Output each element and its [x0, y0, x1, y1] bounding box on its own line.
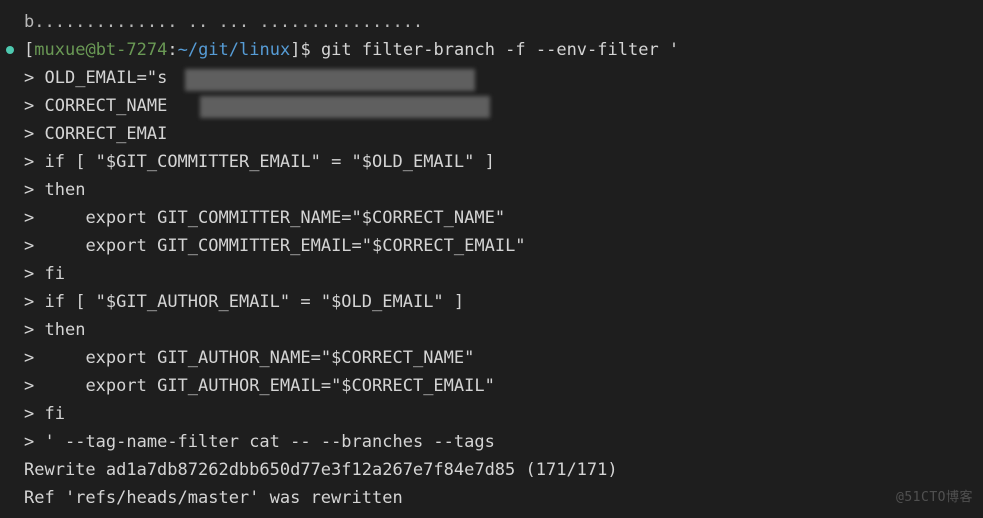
prompt-symbol: $ — [300, 40, 310, 60]
terminal-continuation-line: > if [ "$GIT_COMMITTER_EMAIL" = "$OLD_EM… — [0, 148, 983, 176]
terminal-output-line: Ref 'refs/heads/master' was rewritten — [0, 484, 983, 512]
command-text: git filter-branch -f --env-filter ' — [321, 40, 679, 60]
terminal-continuation-line: > CORRECT_NAME — [0, 92, 983, 120]
terminal-continuation-line: > export GIT_AUTHOR_EMAIL="$CORRECT_EMAI… — [0, 372, 983, 400]
watermark-text: @51CTO博客 — [896, 484, 973, 512]
terminal-continuation-line: > then — [0, 176, 983, 204]
terminal-continuation-line: > export GIT_AUTHOR_NAME="$CORRECT_NAME" — [0, 344, 983, 372]
prompt-path: ~/git/linux — [178, 40, 291, 60]
terminal-output-line: Rewrite ad1a7db87262dbb650d77e3f12a267e7… — [0, 456, 983, 484]
terminal-partial-top: b.............. .. ... ................ — [0, 8, 983, 36]
terminal-continuation-line: > fi — [0, 260, 983, 288]
terminal-continuation-line: > if [ "$GIT_AUTHOR_EMAIL" = "$OLD_EMAIL… — [0, 288, 983, 316]
prompt-host: bt-7274 — [96, 40, 168, 60]
redacted-region — [185, 69, 475, 91]
redacted-region — [200, 96, 490, 118]
terminal-continuation-line: > CORRECT_EMAI — [0, 120, 983, 148]
terminal-prompt-line[interactable]: [muxue@bt-7274:~/git/linux]$ git filter-… — [0, 36, 983, 64]
terminal-continuation-line: > export GIT_COMMITTER_EMAIL="$CORRECT_E… — [0, 232, 983, 260]
terminal-continuation-line: > then — [0, 316, 983, 344]
terminal-continuation-line: > export GIT_COMMITTER_NAME="$CORRECT_NA… — [0, 204, 983, 232]
terminal-continuation-line: > ' --tag-name-filter cat -- --branches … — [0, 428, 983, 456]
terminal-continuation-line: > OLD_EMAIL="s — [0, 64, 983, 92]
prompt-user: muxue — [34, 40, 85, 60]
terminal-continuation-line: > fi — [0, 400, 983, 428]
prompt-at: @ — [85, 40, 95, 60]
